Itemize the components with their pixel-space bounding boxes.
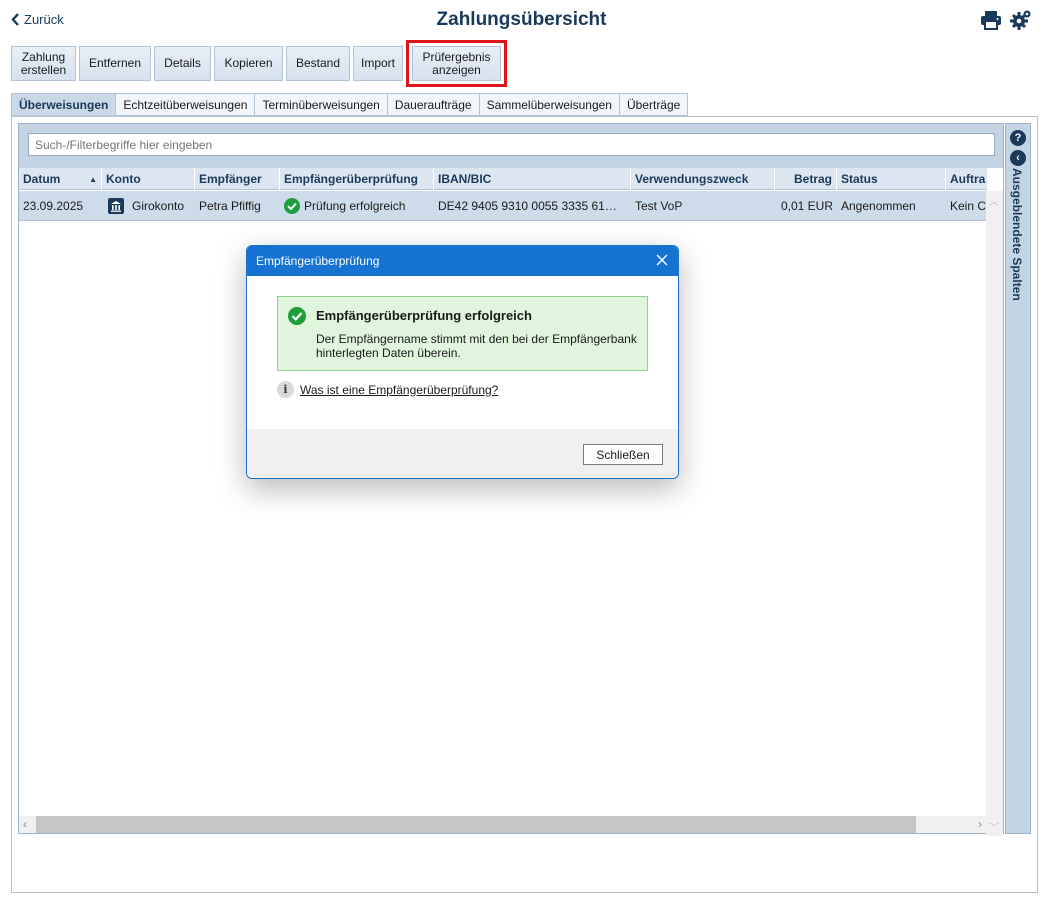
column-label: Datum: [23, 172, 61, 186]
column-label: Auftra: [950, 172, 986, 186]
import-button[interactable]: Import: [353, 46, 403, 81]
bank-icon: [108, 198, 124, 214]
vertical-scrollbar[interactable]: ︿ ﹀: [986, 191, 1003, 836]
tab-sammelueberweisungen[interactable]: Sammelüberweisungen: [479, 93, 620, 116]
verification-status: Prüfung erfolgreich: [304, 199, 406, 213]
settings-gear-icon[interactable]: [1010, 9, 1032, 31]
payment-type-tabs: Überweisungen Echtzeitüberweisungen Term…: [11, 93, 689, 116]
dialog-header: Empfängerüberprüfung: [247, 246, 678, 276]
scroll-left-icon[interactable]: ‹: [23, 817, 27, 831]
info-row: i Was ist eine Empfängerüberprüfung?: [277, 381, 498, 398]
column-header-empfaenger[interactable]: Empfänger: [195, 168, 280, 190]
column-label: Empfänger: [199, 172, 262, 186]
help-icon[interactable]: ?: [1010, 130, 1026, 146]
column-header-betrag[interactable]: Betrag: [775, 168, 837, 190]
account-name: Girokonto: [132, 199, 185, 213]
button-label: Kopieren: [224, 56, 273, 70]
recipient-check-dialog: Empfängerüberprüfung Empfängerüberprüfun…: [246, 245, 679, 479]
check-circle-icon: [288, 307, 306, 325]
check-circle-icon: [284, 198, 300, 214]
search-filter-input[interactable]: [28, 133, 995, 156]
tab-terminueberweisungen[interactable]: Terminüberweisungen: [255, 93, 388, 116]
button-label: erstellen: [20, 62, 67, 77]
success-message: Der Empfängername stimmt mit den bei der…: [316, 332, 637, 360]
column-label: Status: [841, 172, 878, 186]
print-icon[interactable]: [980, 9, 1002, 31]
tab-echtzeitueberweisungen[interactable]: Echtzeitüberweisungen: [116, 93, 256, 116]
button-label: anzeigen: [432, 62, 481, 77]
info-icon: i: [277, 381, 294, 398]
collapse-chevron-icon[interactable]: ‹: [1010, 150, 1026, 166]
details-button[interactable]: Details: [154, 46, 211, 81]
horizontal-scrollbar[interactable]: ‹ ›: [19, 816, 988, 833]
button-label: Entfernen: [88, 56, 142, 70]
horizontal-scroll-thumb[interactable]: [36, 816, 916, 833]
cell-status: Angenommen: [841, 199, 916, 213]
scroll-down-icon[interactable]: ﹀: [989, 819, 999, 834]
table-row[interactable]: 23.09.2025 Girokonto Petra Pfiffig Prüfu…: [19, 191, 988, 221]
button-label: Details: [164, 56, 201, 70]
close-icon[interactable]: [654, 252, 670, 268]
copy-button[interactable]: Kopieren: [214, 46, 283, 81]
cell-iban-bic: DE42 9405 9310 0055 3335 61…: [438, 199, 617, 213]
column-header-status[interactable]: Status: [837, 168, 946, 190]
cell-datum: 23.09.2025: [23, 199, 84, 213]
action-toolbar: Zahlung erstellen Entfernen Details Kopie…: [11, 40, 507, 87]
tab-dauerauftraege[interactable]: Daueraufträge: [387, 93, 480, 116]
cell-konto: Girokonto: [102, 191, 195, 221]
sort-ascending-icon: ▲: [89, 174, 97, 184]
hidden-columns-label[interactable]: Ausgeblendete Spalten: [1010, 168, 1024, 301]
column-label: Konto: [106, 172, 141, 186]
button-label: Zahlung: [21, 49, 66, 64]
column-label: Empfängerüberprüfung: [284, 172, 418, 186]
payments-panel: Datum ▲ Konto Empfänger Empfängerüberprüf…: [11, 116, 1038, 893]
column-header-datum[interactable]: Datum ▲: [19, 168, 102, 190]
create-payment-button[interactable]: Zahlung erstellen: [11, 46, 76, 81]
filter-bar: [19, 124, 1003, 168]
button-label: Prüfergebnis: [422, 49, 491, 64]
cell-empfaenger: Petra Pfiffig: [199, 199, 261, 213]
close-button[interactable]: Schließen: [583, 444, 663, 465]
column-header-verwendungszweck[interactable]: Verwendungszweck: [631, 168, 775, 190]
remove-button[interactable]: Entfernen: [79, 46, 151, 81]
column-header-konto[interactable]: Konto: [102, 168, 195, 190]
success-title: Empfängerüberprüfung erfolgreich: [316, 308, 532, 323]
page-title: Zahlungsübersicht: [436, 9, 607, 30]
tab-ueberweisungen[interactable]: Überweisungen: [11, 93, 117, 116]
success-message-box: Empfängerüberprüfung erfolgreich Der Emp…: [277, 296, 648, 371]
dialog-title: Empfängerüberprüfung: [256, 254, 380, 268]
column-label: Betrag: [793, 172, 832, 186]
column-header-auftrag[interactable]: Auftra: [946, 168, 988, 190]
cell-auftrag: Kein C: [950, 199, 987, 213]
show-check-result-button[interactable]: Prüfergebnis anzeigen: [406, 40, 507, 87]
column-label: Verwendungszweck: [635, 172, 749, 186]
scroll-up-icon[interactable]: ︿: [989, 193, 999, 208]
button-label: Import: [361, 56, 396, 70]
scroll-right-icon[interactable]: ›: [978, 817, 982, 831]
column-header-iban-bic[interactable]: IBAN/BIC: [434, 168, 631, 190]
hidden-columns-panel: ? ‹ Ausgeblendete Spalten: [1005, 123, 1031, 834]
tab-uebertraege[interactable]: Überträge: [619, 93, 689, 116]
stock-button[interactable]: Bestand: [286, 46, 350, 81]
cell-empfaengerueberpruefung: Prüfung erfolgreich: [280, 191, 434, 221]
cell-verwendungszweck: Test VoP: [635, 199, 683, 213]
table-header: Datum ▲ Konto Empfänger Empfängerüberprüf…: [19, 168, 988, 190]
cell-betrag: 0,01 EUR: [780, 199, 833, 213]
button-label: Bestand: [295, 56, 341, 70]
dialog-footer: Schließen: [247, 429, 678, 478]
info-link[interactable]: Was ist eine Empfängerüberprüfung?: [300, 383, 498, 397]
column-header-empfaengerueberpruefung[interactable]: Empfängerüberprüfung: [280, 168, 434, 190]
column-label: IBAN/BIC: [438, 172, 492, 186]
